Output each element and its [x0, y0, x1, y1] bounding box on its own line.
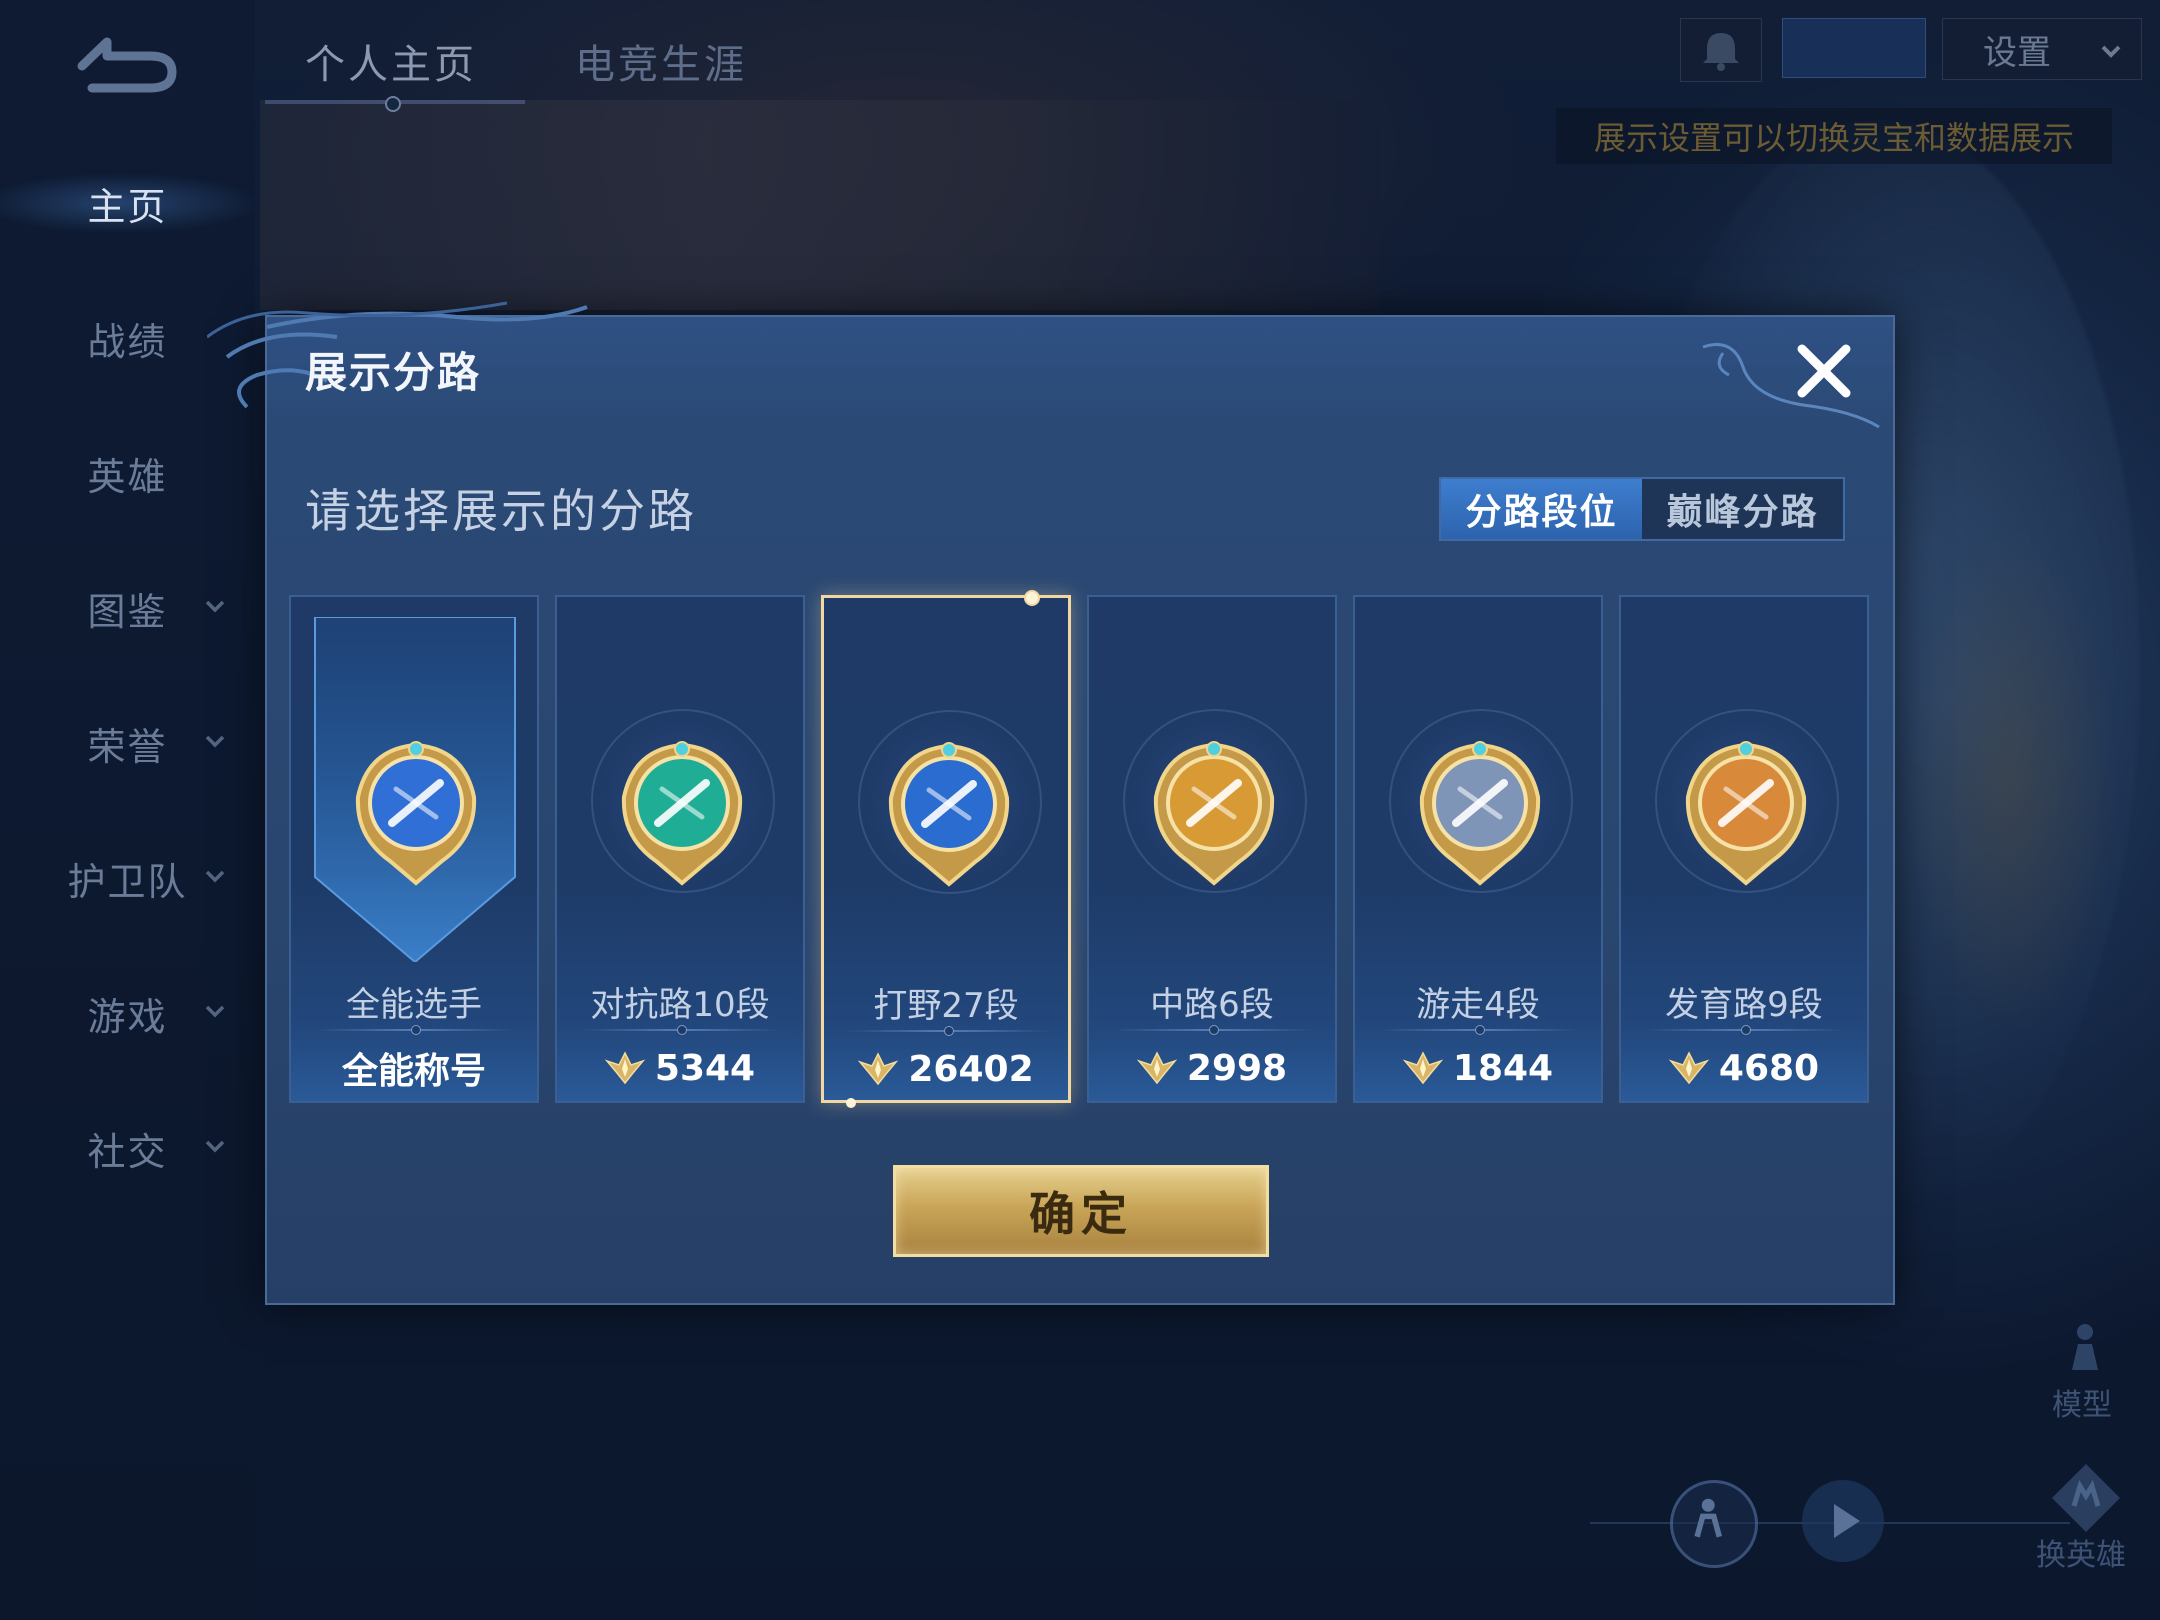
notification-button[interactable]	[1680, 18, 1762, 82]
sidebar-item-label: 护卫队	[67, 859, 188, 904]
settings-dropdown[interactable]: 设置	[1942, 18, 2142, 80]
rank-points-icon	[1136, 1051, 1177, 1085]
card-divider-dot	[1209, 1025, 1219, 1035]
bell-icon	[1703, 33, 1739, 71]
tab-esports-career[interactable]: 电竞生涯	[575, 32, 747, 92]
chevron-down-icon	[205, 1140, 225, 1153]
pose-button[interactable]	[1670, 1480, 1758, 1568]
person-icon	[1694, 1498, 1723, 1538]
mid-lane-emblem-icon	[1153, 741, 1275, 886]
lane-rank-name: 游走4段	[1416, 985, 1540, 1025]
sidebar-item-heroes[interactable]: 英雄	[0, 433, 255, 513]
lane-card-jungle[interactable]: 打野27段 26402	[821, 590, 1071, 1108]
lane-score: 1844	[1355, 1043, 1601, 1093]
lane-card-clash-lane[interactable]: 对抗路10段 5344	[555, 595, 805, 1103]
lane-card-all-round[interactable]: 全能选手 全能称号	[289, 595, 539, 1103]
roam-emblem-icon	[1419, 741, 1541, 886]
lane-score: 26402	[824, 1044, 1068, 1094]
lane-score: 5344	[557, 1043, 803, 1093]
segment-peak-lane[interactable]: 巅峰分路	[1642, 479, 1843, 539]
jungle-emblem-icon	[888, 742, 1010, 887]
settings-label: 设置	[1983, 32, 2051, 73]
confirm-button[interactable]: 确定	[893, 1165, 1269, 1257]
rank-points-icon	[1402, 1051, 1443, 1085]
switch-hero-icon[interactable]	[2048, 1460, 2124, 1536]
tab-indicator-dot	[385, 96, 401, 112]
sidebar-item-honor[interactable]: 荣誉	[0, 703, 255, 783]
sidebar-item-label: 荣誉	[87, 724, 168, 769]
sidebar-item-label: 图鉴	[87, 589, 168, 634]
rank-points-icon	[858, 1052, 899, 1086]
rank-points-icon	[604, 1051, 645, 1085]
chevron-down-icon	[205, 1005, 225, 1018]
card-divider-dot	[411, 1025, 421, 1035]
card-divider-dot	[677, 1025, 687, 1035]
chevron-down-icon	[205, 600, 225, 613]
lane-score-value: 4680	[1718, 1047, 1820, 1089]
sidebar-item-home[interactable]: 主页	[0, 163, 255, 243]
lane-score: 全能称号	[291, 1043, 537, 1093]
status-badge	[1782, 18, 1926, 78]
play-button[interactable]	[1802, 1480, 1884, 1562]
lane-score: 4680	[1621, 1043, 1867, 1093]
dialog-title: 展示分路	[305, 348, 482, 397]
chevron-down-icon	[205, 735, 225, 748]
selected-corner-dot	[846, 1098, 856, 1108]
play-icon	[1834, 1504, 1860, 1538]
lane-card-farm-lane[interactable]: 发育路9段 4680	[1619, 595, 1869, 1103]
switch-hero-label: 换英雄	[2036, 1538, 2126, 1573]
lane-display-dialog: 展示分路 请选择展示的分路 分路段位 巅峰分路 全能选手 全能称号 对抗路10段 53…	[207, 301, 1895, 1305]
lane-card-roam[interactable]: 游走4段 1844	[1353, 595, 1603, 1103]
sidebar-item-codex[interactable]: 图鉴	[0, 568, 255, 648]
lane-score: 2998	[1089, 1043, 1335, 1093]
sidebar-item-game[interactable]: 游戏	[0, 973, 255, 1053]
segment-lane-rank[interactable]: 分路段位	[1441, 479, 1642, 539]
lane-card-mid-lane[interactable]: 中路6段 2998	[1087, 595, 1337, 1103]
sidebar: 主页战绩英雄图鉴荣誉护卫队游戏社交	[0, 0, 255, 1620]
chevron-down-icon	[2101, 45, 2121, 58]
lane-score-value: 全能称号	[341, 1051, 486, 1092]
sidebar-item-label: 战绩	[87, 319, 168, 364]
lane-score-value: 2998	[1186, 1047, 1288, 1089]
selected-corner-dot	[1024, 590, 1040, 606]
model-icon[interactable]	[2060, 1320, 2110, 1374]
back-arrow-icon[interactable]	[62, 30, 182, 100]
close-icon[interactable]	[1792, 339, 1856, 403]
sidebar-item-label: 社交	[87, 1129, 168, 1174]
lane-mode-toggle: 分路段位 巅峰分路	[1439, 477, 1845, 541]
lane-rank-name: 对抗路10段	[590, 985, 770, 1025]
lane-score-value: 1844	[1452, 1047, 1554, 1089]
tab-personal-home[interactable]: 个人主页	[305, 32, 477, 92]
dialog-subtitle: 请选择展示的分路	[305, 484, 697, 538]
sidebar-item-guard-team[interactable]: 护卫队	[0, 838, 255, 918]
card-divider-dot	[944, 1026, 954, 1036]
sidebar-item-label: 主页	[87, 184, 168, 229]
lane-score-value: 26402	[908, 1048, 1034, 1090]
clash-lane-emblem-icon	[621, 741, 743, 886]
lane-rank-name: 发育路9段	[1665, 985, 1823, 1025]
display-settings-hint: 展示设置可以切换灵宝和数据展示	[1556, 108, 2112, 164]
sidebar-item-social[interactable]: 社交	[0, 1108, 255, 1188]
lane-score-value: 5344	[654, 1047, 756, 1089]
lane-rank-name: 中路6段	[1150, 985, 1274, 1025]
sidebar-item-label: 游戏	[87, 994, 168, 1039]
chevron-down-icon	[205, 870, 225, 883]
lane-rank-name: 打野27段	[873, 986, 1019, 1026]
card-divider-dot	[1475, 1025, 1485, 1035]
all-round-emblem-icon	[355, 741, 477, 886]
card-divider-dot	[1741, 1025, 1751, 1035]
model-label: 模型	[2052, 1388, 2112, 1423]
farm-lane-emblem-icon	[1685, 741, 1807, 886]
sidebar-item-label: 英雄	[87, 454, 168, 499]
lane-rank-name: 全能选手	[346, 985, 482, 1025]
rank-points-icon	[1668, 1051, 1709, 1085]
